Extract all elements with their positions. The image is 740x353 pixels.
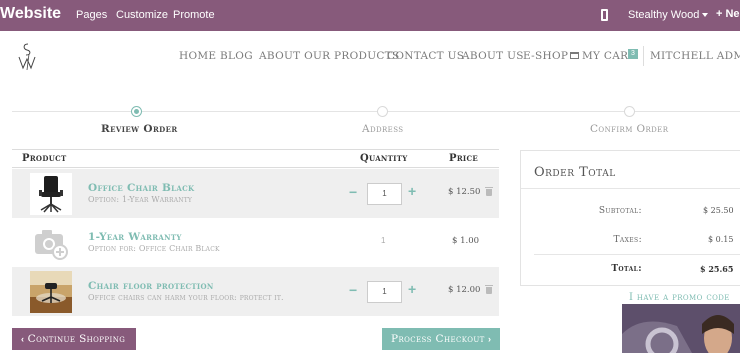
wizard-step-review-order[interactable]: Review Order — [101, 123, 178, 135]
wizard-step-confirm-order[interactable]: Confirm Order — [590, 123, 668, 135]
product-name-link[interactable]: 1-Year Warranty — [88, 231, 182, 243]
wizard-step-dot-address — [377, 106, 388, 117]
nav-about-us[interactable]: ABOUT US — [462, 50, 524, 62]
quantity-decrease-button[interactable]: − — [349, 184, 357, 200]
trash-icon[interactable] — [485, 285, 493, 294]
process-checkout-button[interactable]: Process Checkout › — [382, 328, 500, 350]
quantity-increase-button[interactable]: + — [408, 183, 416, 199]
nav-about-our-products[interactable]: ABOUT OUR PRODUCTS — [259, 50, 399, 62]
process-checkout-label: Process Checkout — [391, 333, 485, 345]
order-total-title: Order Total — [534, 165, 616, 180]
product-price: $ 1.00 — [452, 236, 480, 246]
mobile-preview-icon[interactable] — [601, 9, 608, 21]
product-name-link[interactable]: Chair floor protection — [88, 280, 214, 292]
wizard-step-dot-confirm — [624, 106, 635, 117]
chevron-left-icon: ‹ — [21, 334, 25, 344]
subtotal-value: $ 25.50 — [703, 206, 734, 215]
product-description: Option: 1-Year Warranty — [88, 195, 193, 204]
video-thumbnail[interactable] — [622, 304, 740, 353]
nav-contact-us[interactable]: CONTACT US — [387, 50, 464, 62]
theme-selector[interactable]: Stealthy Wood — [628, 9, 709, 21]
user-menu[interactable]: MITCHELL ADMIN — [650, 50, 740, 62]
panel-divider — [534, 254, 740, 255]
product-price: $ 12.50 — [448, 187, 481, 197]
admin-bar: Website Pages Customize Promote Stealthy… — [0, 0, 740, 31]
total-value: $ 25.65 — [700, 264, 734, 274]
cart-count-badge: 3 — [628, 49, 638, 59]
column-header-quantity: Quantity — [360, 153, 408, 164]
table-row: 1-Year Warranty Option for: Office Chair… — [12, 218, 499, 267]
shopping-cart-icon[interactable] — [570, 52, 579, 59]
table-header-border — [12, 167, 499, 168]
camera-placeholder-icon — [35, 230, 68, 260]
table-row: Office Chair Black Option: 1-Year Warran… — [12, 169, 499, 218]
wizard-step-address[interactable]: Address — [362, 123, 403, 135]
quantity-input[interactable]: 1 — [367, 281, 402, 303]
column-header-price: Price — [449, 153, 479, 164]
subtotal-label: Subtotal: — [598, 206, 642, 216]
nav-home[interactable]: HOME — [179, 50, 216, 62]
quantity-input[interactable]: 1 — [367, 183, 402, 205]
product-name-link[interactable]: Office Chair Black — [88, 182, 194, 194]
total-label: Total: — [611, 264, 642, 274]
quantity-increase-button[interactable]: + — [408, 281, 416, 297]
product-price: $ 12.00 — [448, 285, 481, 295]
continue-shopping-button[interactable]: ‹ Continue Shopping — [12, 328, 136, 350]
trash-icon[interactable] — [485, 187, 493, 196]
quantity-decrease-button[interactable]: − — [349, 282, 357, 298]
menu-customize[interactable]: Customize — [116, 9, 168, 21]
table-top-border — [12, 149, 499, 150]
continue-shopping-label: Continue Shopping — [27, 333, 126, 345]
chevron-right-icon: › — [487, 334, 492, 344]
taxes-value: $ 0.15 — [708, 235, 734, 244]
nav-divider — [643, 46, 644, 66]
order-total-panel: Order Total Subtotal: $ 25.50 Taxes: $ 0… — [520, 150, 740, 286]
nav-blog[interactable]: BLOG — [220, 50, 253, 62]
menu-promote[interactable]: Promote — [173, 9, 215, 21]
menu-pages[interactable]: Pages — [76, 9, 107, 21]
chevron-down-icon — [702, 13, 709, 18]
product-description: Office chairs can harm your floor: prote… — [88, 293, 284, 302]
site-logo[interactable] — [16, 42, 38, 72]
theme-selector-label: Stealthy Wood — [628, 9, 700, 21]
website-menu-brand[interactable]: Website — [0, 5, 61, 23]
quantity-value: 1 — [381, 236, 386, 245]
nav-e-shop[interactable]: E-SHOP — [523, 50, 568, 62]
product-image-chair-floor-protection[interactable] — [30, 271, 72, 313]
column-header-product: Product — [22, 153, 67, 164]
product-description: Option for: Office Chair Black — [88, 244, 220, 253]
panel-divider — [521, 188, 740, 189]
wizard-step-dot-review — [131, 106, 142, 117]
promo-code-link[interactable]: I have a promo code — [629, 292, 730, 303]
table-row: Chair floor protection Office chairs can… — [12, 267, 499, 316]
product-image-office-chair[interactable] — [30, 173, 72, 215]
taxes-label: Taxes: — [613, 235, 642, 245]
new-content-button[interactable]: + Ne — [716, 8, 740, 20]
